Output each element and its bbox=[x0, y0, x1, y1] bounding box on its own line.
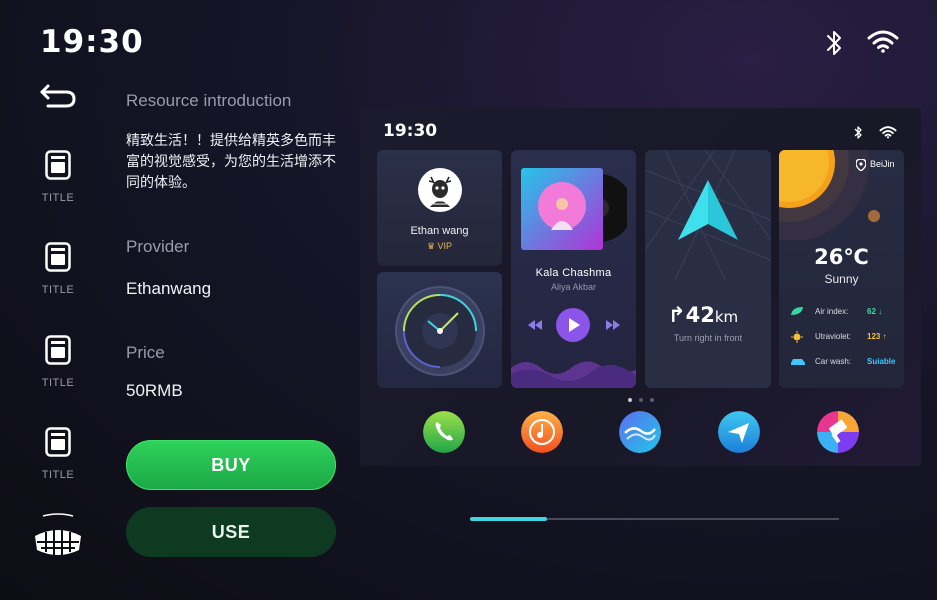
user-name: Ethan wang bbox=[410, 225, 469, 237]
weather-temperature: 26℃ bbox=[814, 245, 869, 269]
use-button[interactable]: USE bbox=[126, 507, 336, 557]
trend-up-icon: ↑ bbox=[882, 332, 887, 341]
nav-distance: ↱42km bbox=[668, 303, 738, 327]
vip-label: VIP bbox=[437, 241, 453, 251]
avatar bbox=[418, 168, 462, 212]
navigation-arrow-icon bbox=[678, 180, 738, 240]
waveform bbox=[511, 361, 636, 388]
music-widget[interactable]: Kala Chashma Aliya Akbar bbox=[511, 150, 636, 388]
back-arrow-icon[interactable] bbox=[38, 82, 78, 112]
page-dot[interactable] bbox=[650, 398, 654, 402]
status-clock: 19:30 bbox=[40, 24, 144, 60]
browser-icon[interactable] bbox=[619, 411, 661, 453]
album-art bbox=[521, 168, 627, 250]
brand-logo-icon bbox=[35, 513, 81, 555]
sidebar-item-label: TITLE bbox=[41, 469, 75, 481]
car-icon bbox=[791, 359, 805, 365]
resource-description: 精致生活！！提供给精英多色而丰富的视觉感受，为您的生活增添不同的体验。 bbox=[126, 133, 336, 191]
music-icon[interactable] bbox=[521, 411, 563, 453]
rewind-icon[interactable] bbox=[528, 320, 542, 330]
user-card[interactable]: Ethan wang ♛ VIP bbox=[377, 150, 502, 266]
play-icon[interactable] bbox=[556, 308, 590, 342]
page-dot-active[interactable] bbox=[628, 398, 632, 402]
bluetooth-icon bbox=[854, 126, 862, 139]
sidebar-item-label: TITLE bbox=[41, 284, 75, 296]
price-label: Price bbox=[126, 343, 165, 362]
song-artist: Aliya Akbar bbox=[550, 282, 597, 292]
theme-preview: 19:30 Ethan wang ♛ VIP Kala Chashma Aliy… bbox=[360, 108, 921, 466]
leaf-icon bbox=[791, 307, 803, 315]
uv-value: 123 ↑ bbox=[867, 332, 887, 341]
air-index-row: Air index: 62 ↓ bbox=[790, 304, 902, 320]
provider-value: Ethanwang bbox=[126, 279, 212, 298]
preview-scroll-thumb[interactable] bbox=[470, 517, 547, 521]
trend-down-icon: ↓ bbox=[878, 307, 883, 316]
photos-icon[interactable] bbox=[817, 411, 859, 453]
document-icon bbox=[45, 242, 71, 272]
uv-number: 123 bbox=[867, 332, 881, 341]
document-icon bbox=[45, 335, 71, 365]
car-wash-label: Car wash: bbox=[815, 357, 852, 366]
sidebar-item-4[interactable]: TITLE bbox=[30, 427, 86, 483]
wifi-icon[interactable] bbox=[866, 28, 900, 54]
air-index-number: 62 bbox=[867, 307, 876, 316]
location-icon bbox=[856, 159, 866, 171]
distance-value: 42 bbox=[685, 303, 715, 327]
price-value: 50RMB bbox=[126, 381, 183, 400]
preview-clock: 19:30 bbox=[383, 121, 438, 141]
sidebar-item-label: TITLE bbox=[41, 192, 75, 204]
sidebar-item-2[interactable]: TITLE bbox=[30, 242, 86, 298]
document-icon bbox=[45, 150, 71, 180]
weather-widget[interactable]: BeiJin 26℃ Sunny Air index: 62 ↓ Utravio… bbox=[779, 150, 904, 388]
navigation-widget[interactable]: ↱42km Turn right in front bbox=[645, 150, 771, 388]
fast-forward-icon[interactable] bbox=[606, 320, 620, 330]
phone-icon[interactable] bbox=[423, 411, 465, 453]
sidebar-item-3[interactable]: TITLE bbox=[30, 335, 86, 391]
sidebar-item-label: TITLE bbox=[41, 377, 75, 389]
uv-label: Utraviolet: bbox=[815, 332, 852, 341]
weather-condition: Sunny bbox=[824, 272, 859, 286]
document-icon bbox=[45, 427, 71, 457]
song-title: Kala Chashma bbox=[535, 267, 612, 279]
analog-clock-icon bbox=[395, 286, 485, 376]
nav-hint: Turn right in front bbox=[673, 333, 743, 343]
wifi-icon bbox=[879, 126, 897, 139]
weather-city: BeiJin bbox=[870, 159, 895, 169]
sidebar-item-1[interactable]: TITLE bbox=[30, 150, 86, 206]
clock-widget[interactable] bbox=[377, 272, 502, 388]
crown-icon: ♛ bbox=[426, 241, 438, 251]
bluetooth-icon[interactable] bbox=[823, 28, 845, 58]
turn-right-icon: ↱ bbox=[668, 303, 686, 327]
buy-button[interactable]: BUY bbox=[126, 440, 336, 490]
car-wash-row: Car wash: Suiable bbox=[790, 354, 902, 370]
page-dot[interactable] bbox=[639, 398, 643, 402]
vip-badge: ♛ VIP bbox=[377, 241, 502, 252]
navigation-icon[interactable] bbox=[718, 411, 760, 453]
air-index-value: 62 ↓ bbox=[867, 307, 882, 316]
distance-unit: km bbox=[714, 308, 739, 326]
car-wash-value: Suiable bbox=[867, 357, 896, 366]
resource-intro-label: Resource introduction bbox=[126, 91, 292, 110]
sun-small-icon bbox=[791, 331, 803, 343]
provider-label: Provider bbox=[126, 237, 190, 256]
air-index-label: Air index: bbox=[815, 307, 849, 316]
uv-row: Utraviolet: 123 ↑ bbox=[790, 329, 902, 345]
